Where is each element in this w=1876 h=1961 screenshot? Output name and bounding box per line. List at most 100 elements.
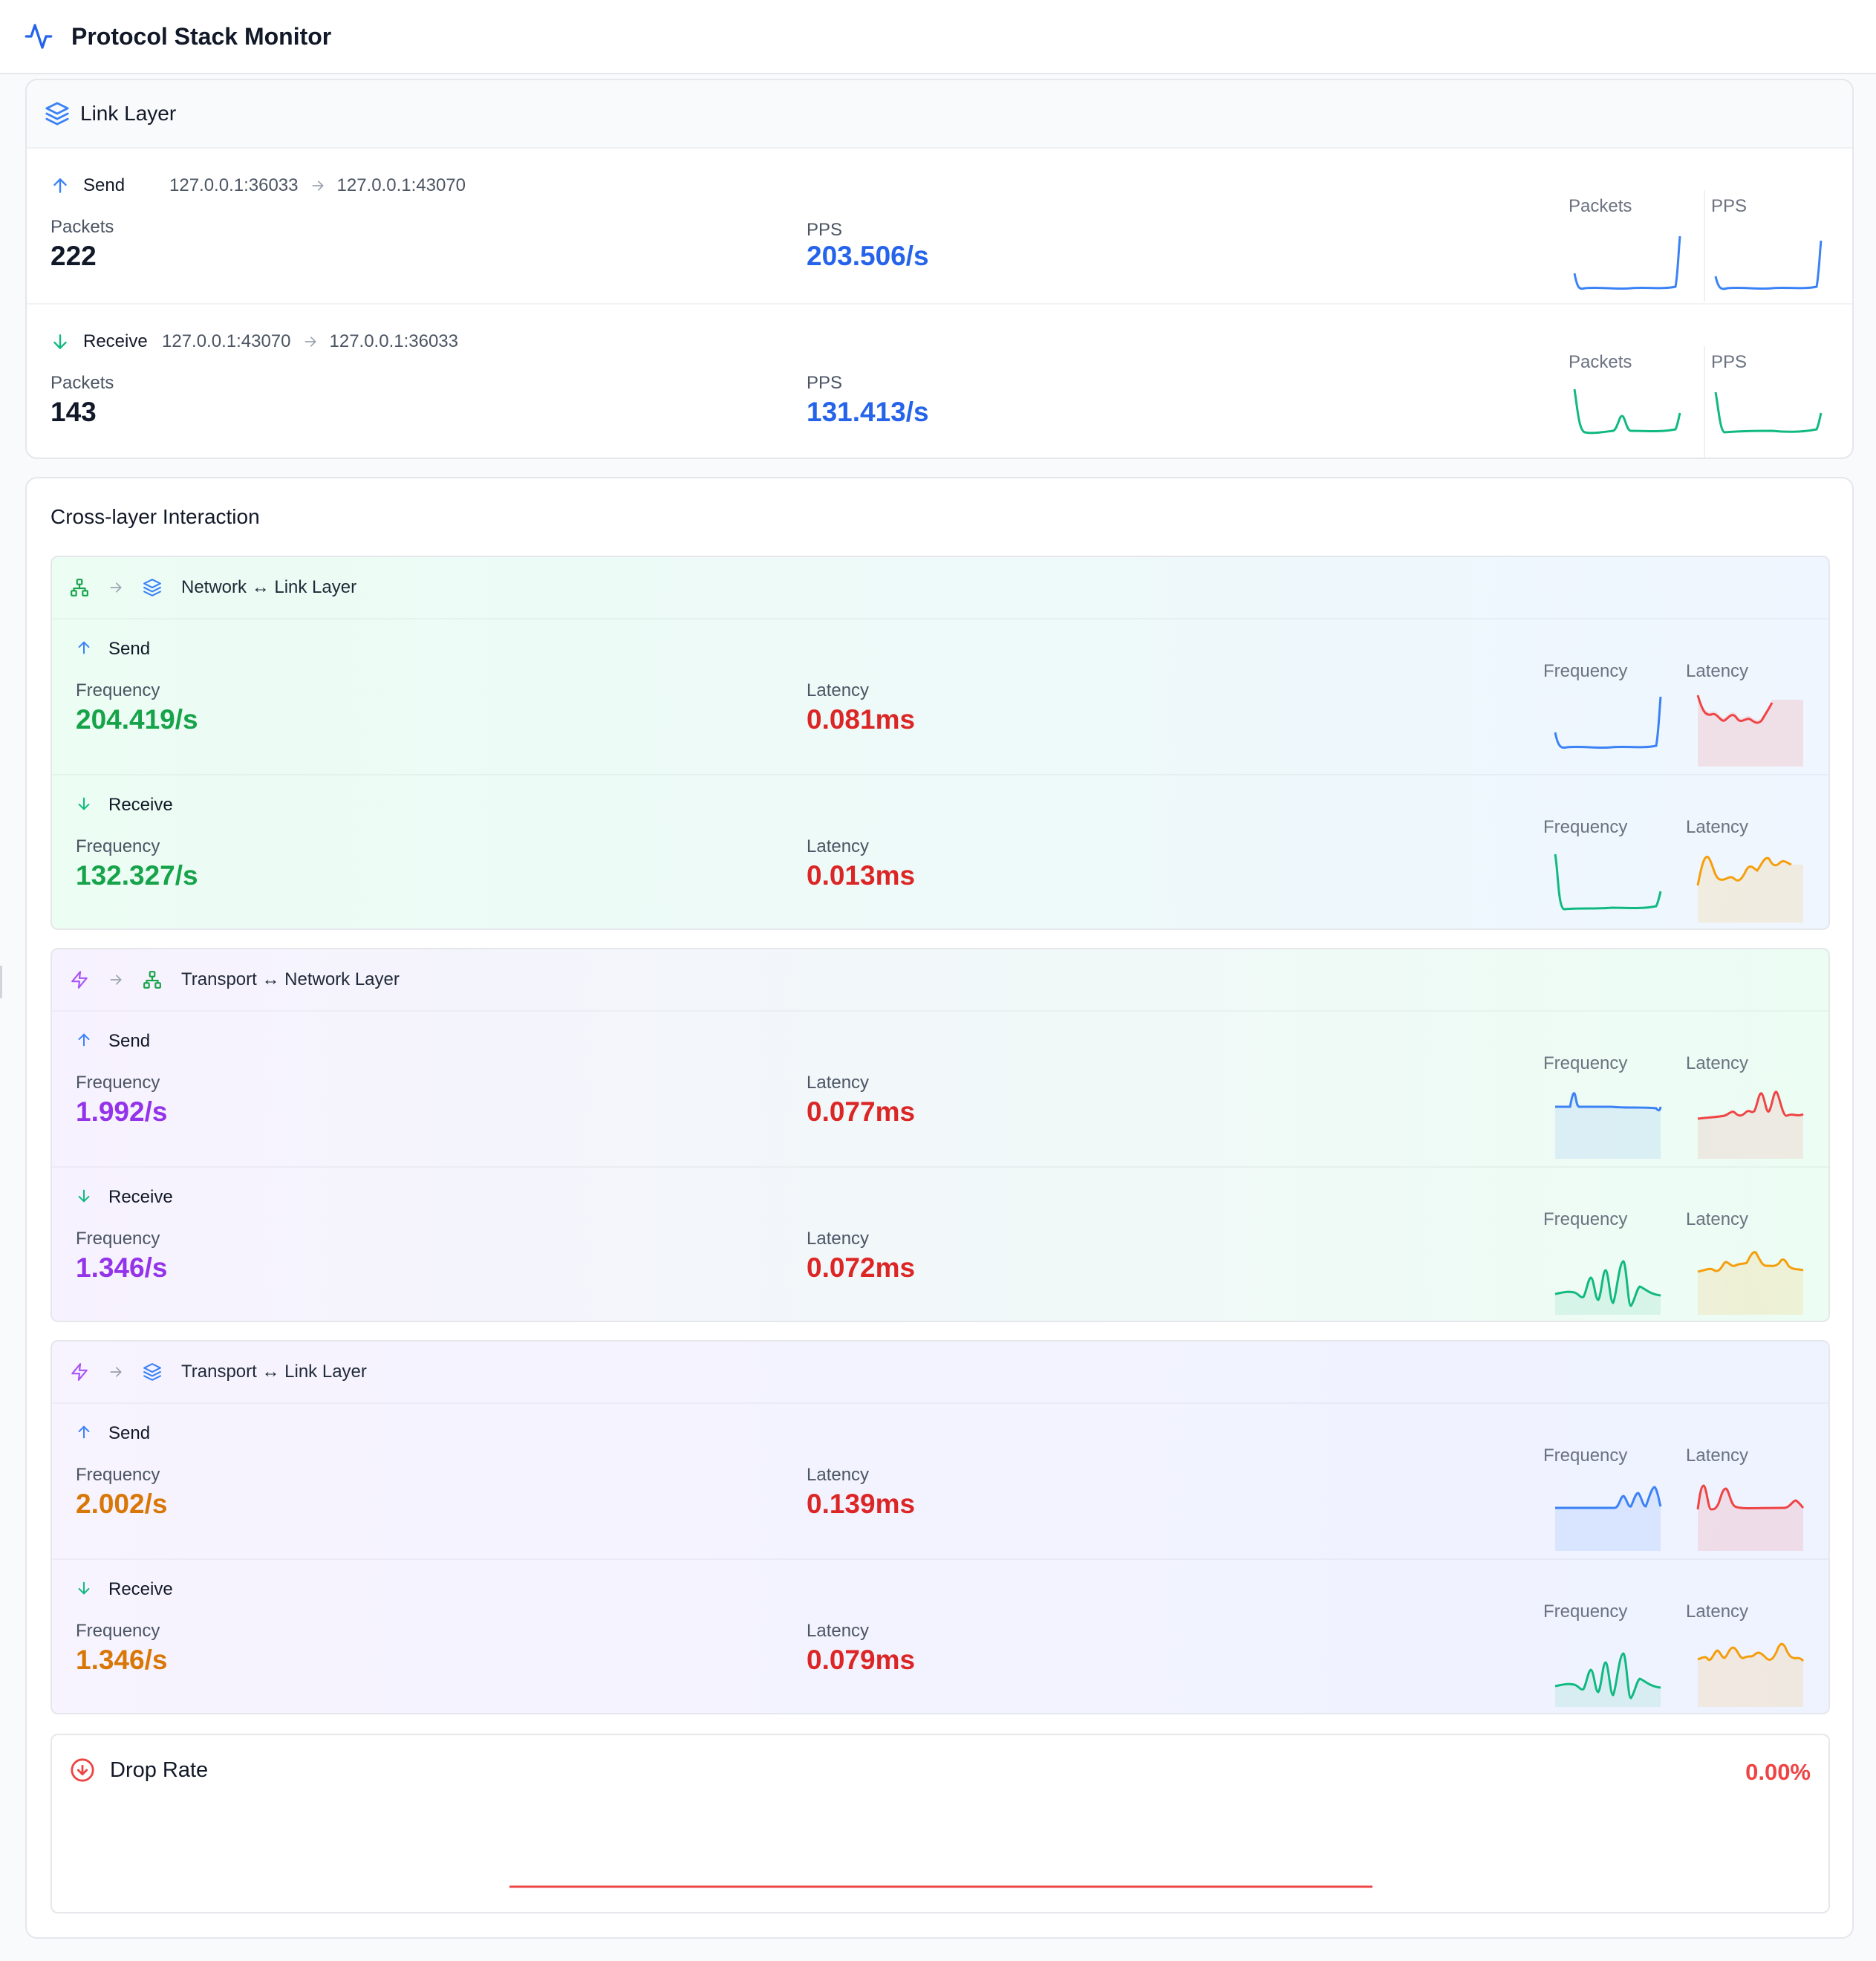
latency-sparkline	[1697, 1251, 1804, 1315]
address-route: 127.0.0.1:43070 127.0.0.1:36033	[162, 331, 458, 352]
panel-receive-row: Receive Frequency 1.346/s Latency 0.079m…	[52, 1560, 1828, 1713]
direction-label: Receive	[108, 795, 173, 815]
sparkline-label: Packets	[1569, 352, 1632, 372]
lightning-icon	[70, 970, 89, 989]
destination-address: 127.0.0.1:36033	[329, 331, 459, 351]
direction-receive: Receive	[76, 795, 173, 816]
panel-header: Transport ↔ Network Layer	[52, 949, 1828, 1012]
frequency-sparkline	[1554, 1652, 1661, 1707]
frequency-value: 1.992/s	[76, 1096, 168, 1127]
direction-label: Receive	[108, 1187, 173, 1207]
pps-sparkline	[1714, 240, 1823, 290]
latency-label: Latency	[807, 1465, 870, 1485]
frequency-value: 1.346/s	[76, 1645, 168, 1675]
source-address: 127.0.0.1:43070	[162, 331, 291, 351]
arrow-up-icon	[76, 640, 95, 659]
arrow-down-icon	[76, 1188, 95, 1207]
panel-transport-network: Transport ↔ Network Layer Send Frequency…	[51, 948, 1830, 1322]
frequency-value: 2.002/s	[76, 1489, 168, 1519]
network-icon	[143, 970, 162, 989]
direction-label: Receive	[83, 331, 148, 351]
latency-value: 0.072ms	[807, 1252, 916, 1283]
sparkline-label: Packets	[1569, 196, 1632, 216]
panel-send-row: Send Frequency 204.419/s Latency 0.081ms…	[52, 619, 1828, 775]
direction-receive: Receive	[51, 331, 148, 352]
link-send-row: Send 127.0.0.1:36033 127.0.0.1:43070 Pac…	[27, 149, 1852, 305]
panel-receive-row: Receive Frequency 1.346/s Latency 0.072m…	[52, 1168, 1828, 1321]
panel-send-row: Send Frequency 2.002/s Latency 0.139ms F…	[52, 1404, 1828, 1560]
arrow-up-icon	[76, 1424, 95, 1443]
direction-send: Send	[76, 639, 150, 660]
sparkline-label: Frequency	[1543, 1445, 1628, 1466]
sparkline-label: Latency	[1686, 1209, 1749, 1229]
latency-value: 0.139ms	[807, 1489, 916, 1519]
arrow-up-icon	[76, 1032, 95, 1051]
panel-transport-link: Transport ↔ Link Layer Send Frequency 2.…	[51, 1340, 1830, 1714]
layers-icon	[143, 1362, 162, 1382]
sparkline-divider	[1704, 190, 1705, 302]
pps-value: 131.413/s	[807, 397, 929, 427]
network-icon	[70, 578, 89, 597]
frequency-label: Frequency	[76, 680, 160, 700]
sparkline-divider	[1704, 346, 1705, 458]
cross-layer-card: Cross-layer Interaction Network ↔ Link L…	[25, 477, 1854, 1939]
packets-sparkline	[1573, 235, 1681, 290]
latency-value: 0.013ms	[807, 860, 916, 891]
latency-sparkline	[1696, 856, 1803, 923]
cross-layer-title: Cross-layer Interaction	[51, 505, 260, 528]
link-layer-title: Link Layer	[80, 102, 177, 125]
latency-label: Latency	[807, 1073, 870, 1093]
panel-receive-row: Receive Frequency 132.327/s Latency 0.01…	[52, 775, 1828, 929]
pps-label: PPS	[807, 220, 843, 240]
packets-label: Packets	[51, 373, 114, 393]
sparkline-label: Latency	[1686, 1053, 1749, 1073]
layers-icon	[45, 101, 70, 126]
link-receive-row: Receive 127.0.0.1:43070 127.0.0.1:36033 …	[27, 305, 1852, 458]
arrow-right-icon	[108, 1365, 123, 1379]
pps-value: 203.506/s	[807, 241, 929, 271]
frequency-label: Frequency	[76, 836, 160, 856]
frequency-sparkline	[1554, 853, 1662, 911]
link-layer-card: Link Layer Send 127.0.0.1:36033 127.0.0.…	[25, 79, 1854, 459]
sparkline-label: Frequency	[1543, 1053, 1628, 1073]
arrow-right-icon	[108, 580, 123, 595]
direction-label: Receive	[108, 1579, 173, 1599]
packets-sparkline	[1573, 388, 1681, 435]
direction-label: Send	[108, 1031, 151, 1051]
frequency-value: 132.327/s	[76, 860, 198, 891]
latency-label: Latency	[807, 680, 870, 700]
frequency-sparkline	[1554, 1260, 1661, 1315]
sparkline-label: Latency	[1686, 1445, 1749, 1466]
direction-send: Send	[76, 1031, 150, 1052]
direction-label: Send	[83, 175, 126, 195]
direction-receive: Receive	[76, 1187, 173, 1208]
direction-label: Send	[108, 1423, 151, 1443]
latency-label: Latency	[807, 1621, 870, 1641]
latency-value: 0.077ms	[807, 1096, 916, 1127]
sparkline-label: PPS	[1711, 196, 1748, 216]
edge-handle[interactable]	[0, 966, 2, 998]
latency-label: Latency	[807, 1229, 870, 1249]
frequency-sparkline	[1554, 696, 1662, 749]
latency-value: 0.081ms	[807, 704, 916, 735]
arrow-right-icon	[310, 178, 325, 193]
frequency-value: 1.346/s	[76, 1252, 168, 1283]
frequency-value: 204.419/s	[76, 704, 198, 735]
frequency-label: Frequency	[76, 1465, 160, 1485]
sparkline-label: Latency	[1686, 661, 1749, 681]
link-layer-header: Link Layer	[27, 80, 1852, 149]
latency-sparkline	[1697, 1090, 1804, 1159]
panel-title: Transport ↔ Network Layer	[181, 969, 400, 989]
arrow-right-icon	[108, 972, 123, 987]
source-address: 127.0.0.1:36033	[169, 175, 299, 195]
sparkline-label: Frequency	[1543, 817, 1628, 837]
latency-sparkline	[1696, 1484, 1805, 1551]
frequency-sparkline	[1555, 1092, 1662, 1159]
direction-send: Send	[76, 1423, 150, 1444]
frequency-label: Frequency	[76, 1229, 160, 1249]
direction-receive: Receive	[76, 1579, 173, 1600]
arrow-down-icon	[76, 1580, 95, 1599]
packets-value: 222	[51, 241, 97, 271]
destination-address: 127.0.0.1:43070	[336, 175, 466, 195]
app-title: Protocol Stack Monitor	[71, 22, 332, 50]
